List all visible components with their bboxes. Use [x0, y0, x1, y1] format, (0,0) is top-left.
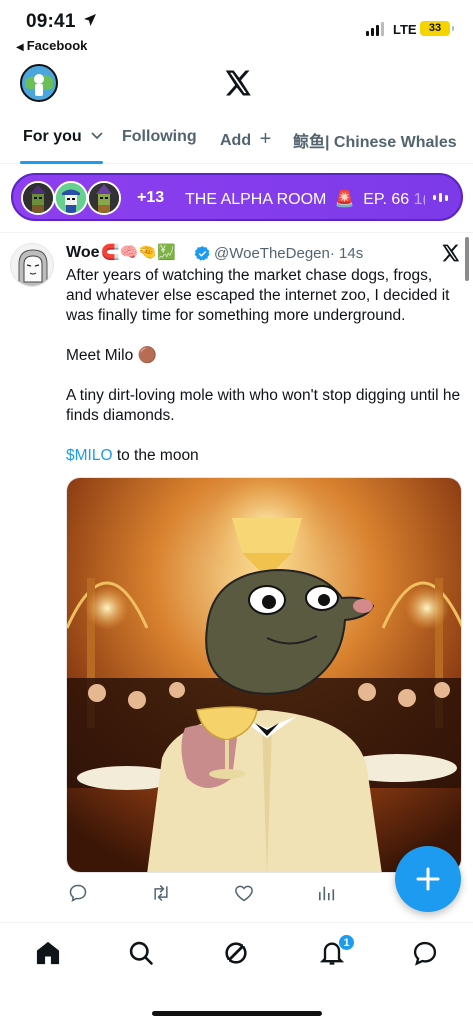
tab-following[interactable]: Following [122, 128, 197, 146]
author-name-emojis: 🧲🧠🤏💹 [101, 244, 176, 261]
space-speaker-avatar [54, 181, 88, 215]
tab-chinese-whales[interactable]: 鲸鱼| Chinese Whales [293, 128, 457, 152]
active-tab-indicator [20, 161, 103, 164]
x-logo-icon [442, 244, 460, 262]
tweet-text: After years of watching the market chase… [66, 267, 461, 464]
reply-icon[interactable] [68, 883, 88, 903]
messages-icon[interactable] [411, 939, 439, 967]
space-host-avatar [21, 181, 55, 215]
tweet-media-image[interactable] [66, 477, 462, 873]
verified-badge-icon [194, 246, 210, 261]
search-icon[interactable] [127, 939, 155, 967]
live-space-banner[interactable]: +13 THE ALPHA ROOM 🚨 EP. 66 1( [11, 173, 463, 221]
author-avatar[interactable] [10, 243, 54, 287]
back-triangle-icon: ◀ [16, 42, 24, 53]
timeline-tabs: For you Following Add + 鲸鱼| Chinese Whal… [0, 118, 473, 164]
grok-icon[interactable] [222, 939, 250, 967]
network-type: LTE [393, 22, 417, 37]
status-bar: 09:41 ◀ Facebook LTE 33 [0, 0, 473, 56]
signal-icon [366, 22, 384, 36]
space-speaker-avatar [87, 181, 121, 215]
tab-for-you[interactable]: For you [23, 128, 104, 146]
compose-button[interactable] [395, 846, 461, 912]
retweet-icon[interactable] [150, 883, 172, 903]
cashtag-link[interactable]: $MILO [66, 447, 113, 464]
listener-count: +13 [137, 189, 165, 206]
home-icon[interactable] [34, 939, 62, 967]
author-handle-and-time[interactable]: @WoeTheDegen· 14s [214, 245, 363, 262]
location-arrow-icon [84, 14, 96, 26]
x-logo-icon[interactable] [222, 68, 252, 98]
chevron-down-icon [91, 132, 103, 140]
back-to-app-link[interactable]: ◀ Facebook [16, 38, 87, 53]
like-icon[interactable] [233, 883, 255, 903]
space-title: THE ALPHA ROOM 🚨 EP. 66 1( [185, 191, 425, 208]
scrollbar[interactable] [465, 237, 469, 281]
views-icon[interactable] [318, 883, 336, 903]
audio-wave-icon [433, 193, 448, 202]
tab-add[interactable]: Add + [220, 128, 271, 151]
home-indicator [152, 1011, 322, 1016]
author-name[interactable]: Woe [66, 244, 99, 262]
tweet[interactable]: Woe 🧲🧠🤏💹 @WoeTheDegen· 14s After years o… [0, 232, 473, 912]
plus-icon: + [259, 128, 272, 150]
siren-icon: 🚨 [334, 191, 355, 208]
bottom-navigation: 1 [0, 922, 473, 1024]
plus-icon [416, 867, 440, 891]
profile-avatar[interactable] [20, 64, 58, 102]
clock: 09:41 [26, 11, 76, 32]
battery-indicator: 33 [420, 21, 454, 36]
notification-badge: 1 [338, 934, 355, 951]
